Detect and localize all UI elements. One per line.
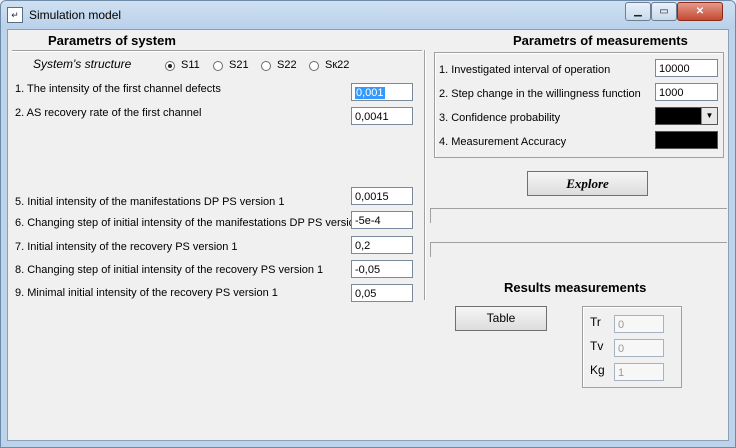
result-kg-field: 1 <box>614 363 664 381</box>
param-5-label: 5. Initial intensity of the manifestatio… <box>15 196 285 208</box>
radio-s21-label: S21 <box>229 59 249 71</box>
close-button[interactable]: ✕ <box>677 2 723 21</box>
table-button[interactable]: Table <box>455 306 547 331</box>
param-7-label: 7. Initial intensity of the recovery PS … <box>15 241 238 253</box>
window-title: Simulation model <box>29 8 122 22</box>
param-8-label: 8. Changing step of initial intensity of… <box>15 264 324 276</box>
radio-sk22-label: Sк22 <box>325 59 350 71</box>
result-tv-field: 0 <box>614 339 664 357</box>
title-bar[interactable]: ↵ Simulation model ▁ ▭ ✕ <box>1 1 735 29</box>
result-tr-field: 0 <box>614 315 664 333</box>
meas-1-label: 1. Investigated interval of operation <box>439 64 611 76</box>
meas-2-label: 2. Step change in the willingness functi… <box>439 88 641 100</box>
param-6-input[interactable]: -5e-4 <box>351 211 413 229</box>
structure-label: System's structure <box>33 57 132 71</box>
radio-s22[interactable] <box>261 61 271 71</box>
meas-1-input[interactable]: 10000 <box>655 59 718 77</box>
confidence-dropdown[interactable]: ▼ <box>655 107 718 125</box>
param-2-label: 2. AS recovery rate of the first channel <box>15 107 202 119</box>
progress-strip-2 <box>430 242 727 257</box>
result-kg-label: Kg <box>590 363 605 377</box>
meas-3-label: 3. Confidence probability <box>439 112 561 124</box>
system-divider <box>12 50 422 52</box>
accuracy-field[interactable] <box>655 131 718 149</box>
radio-sk22[interactable] <box>309 61 319 71</box>
client-area: Parametrs of system System's structure S… <box>7 29 729 441</box>
radio-s21[interactable] <box>213 61 223 71</box>
param-5-input[interactable]: 0,0015 <box>351 187 413 205</box>
system-header: Parametrs of system <box>48 33 176 48</box>
measurements-header: Parametrs of measurements <box>513 33 688 48</box>
param-9-input[interactable]: 0,05 <box>351 284 413 302</box>
result-tr-label: Tr <box>590 315 601 329</box>
maximize-button[interactable]: ▭ <box>651 2 677 21</box>
param-2-input[interactable]: 0,0041 <box>351 107 413 125</box>
column-divider <box>424 50 426 300</box>
meas-2-input[interactable]: 1000 <box>655 83 718 101</box>
minimize-button[interactable]: ▁ <box>625 2 651 21</box>
param-1-input[interactable]: 0,001 <box>351 83 413 101</box>
radio-s11-label: S11 <box>181 59 200 71</box>
radio-s22-label: S22 <box>277 59 297 71</box>
param-7-input[interactable]: 0,2 <box>351 236 413 254</box>
param-9-label: 9. Minimal initial intensity of the reco… <box>15 287 278 299</box>
app-window: ↵ Simulation model ▁ ▭ ✕ Parametrs of sy… <box>0 0 736 448</box>
chevron-down-icon[interactable]: ▼ <box>701 108 717 124</box>
app-icon: ↵ <box>7 7 23 23</box>
radio-s11[interactable] <box>165 61 175 71</box>
results-header: Results measurements <box>504 280 647 295</box>
explore-button[interactable]: Explore <box>527 171 648 196</box>
param-1-label: 1. The intensity of the first channel de… <box>15 83 221 95</box>
param-8-input[interactable]: -0,05 <box>351 260 413 278</box>
param-6-label: 6. Changing step of initial intensity of… <box>15 217 371 229</box>
progress-strip-1 <box>430 208 727 223</box>
result-tv-label: Tv <box>590 339 604 353</box>
meas-4-label: 4. Measurement Accuracy <box>439 136 567 148</box>
